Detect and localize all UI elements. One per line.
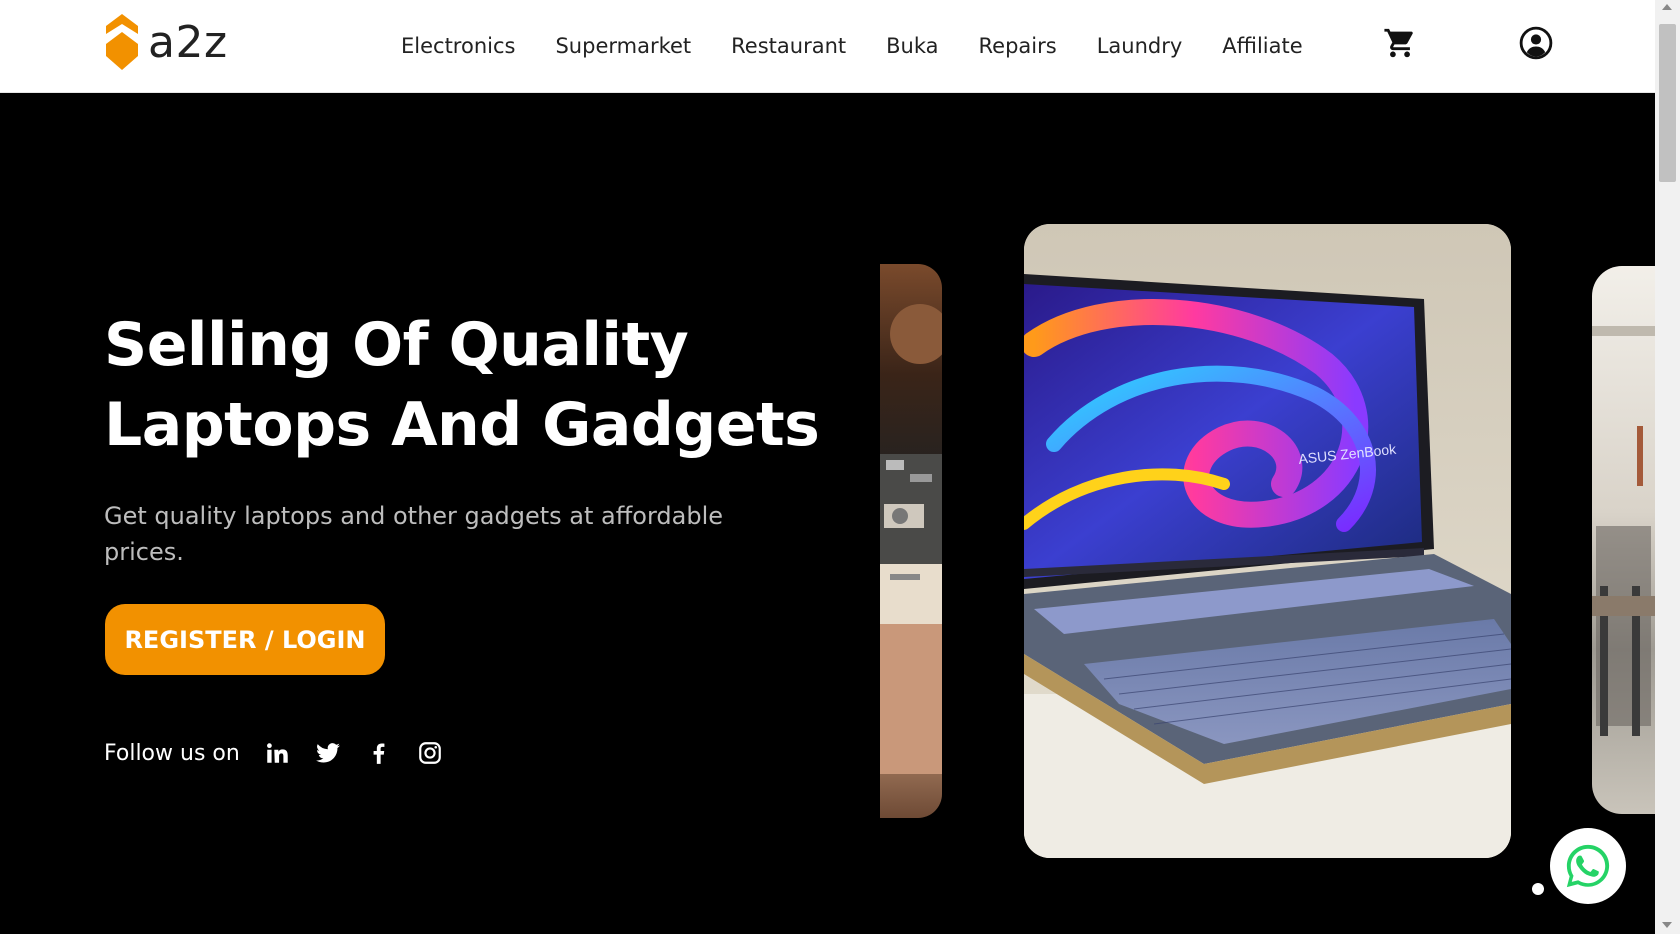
facebook-icon[interactable] xyxy=(364,738,394,768)
nav-item-affiliate[interactable]: Affiliate xyxy=(1222,34,1302,58)
whatsapp-chat-icon[interactable] xyxy=(1550,828,1626,904)
nav-item-repairs[interactable]: Repairs xyxy=(979,34,1057,58)
cart-icon[interactable] xyxy=(1383,26,1417,60)
hero-title: Selling Of Quality Laptops And Gadgets xyxy=(104,310,820,460)
carousel-dot[interactable] xyxy=(1532,883,1544,895)
user-account-icon[interactable] xyxy=(1519,26,1553,60)
main-nav: Electronics Supermarket Restaurant Buka … xyxy=(401,0,1343,92)
brand-logo[interactable]: a2z xyxy=(104,12,228,74)
nav-item-supermarket[interactable]: Supermarket xyxy=(555,34,691,58)
carousel-slide-active[interactable]: ASUS ZenBook xyxy=(1024,224,1511,858)
follow-label: Follow us on xyxy=(104,740,240,766)
social-follow: Follow us on xyxy=(104,738,466,768)
scroll-up-arrow-icon[interactable] xyxy=(1662,4,1672,10)
nav-item-buka[interactable]: Buka xyxy=(886,34,938,58)
laptop-photo: ASUS ZenBook xyxy=(1024,224,1511,858)
nav-item-restaurant[interactable]: Restaurant xyxy=(731,34,846,58)
hero-subtitle: Get quality laptops and other gadgets at… xyxy=(104,502,723,566)
carousel-dots xyxy=(1532,883,1554,895)
page-scrollbar[interactable] xyxy=(1655,0,1680,934)
nav-item-laundry[interactable]: Laundry xyxy=(1097,34,1183,58)
site-header: a2z Electronics Supermarket Restaurant B… xyxy=(0,0,1655,93)
register-login-button[interactable]: REGISTER / LOGIN xyxy=(105,604,385,675)
carousel-slide-next[interactable] xyxy=(1592,266,1655,814)
brand-name: a2z xyxy=(148,17,228,68)
nav-item-electronics[interactable]: Electronics xyxy=(401,34,515,58)
scroll-down-arrow-icon[interactable] xyxy=(1662,922,1672,928)
twitter-icon[interactable] xyxy=(313,738,343,768)
a2z-logo-icon xyxy=(106,14,138,70)
scroll-thumb[interactable] xyxy=(1659,24,1676,182)
linkedin-icon[interactable] xyxy=(262,738,292,768)
instagram-icon[interactable] xyxy=(415,738,445,768)
carousel-slide-previous[interactable] xyxy=(880,264,942,818)
